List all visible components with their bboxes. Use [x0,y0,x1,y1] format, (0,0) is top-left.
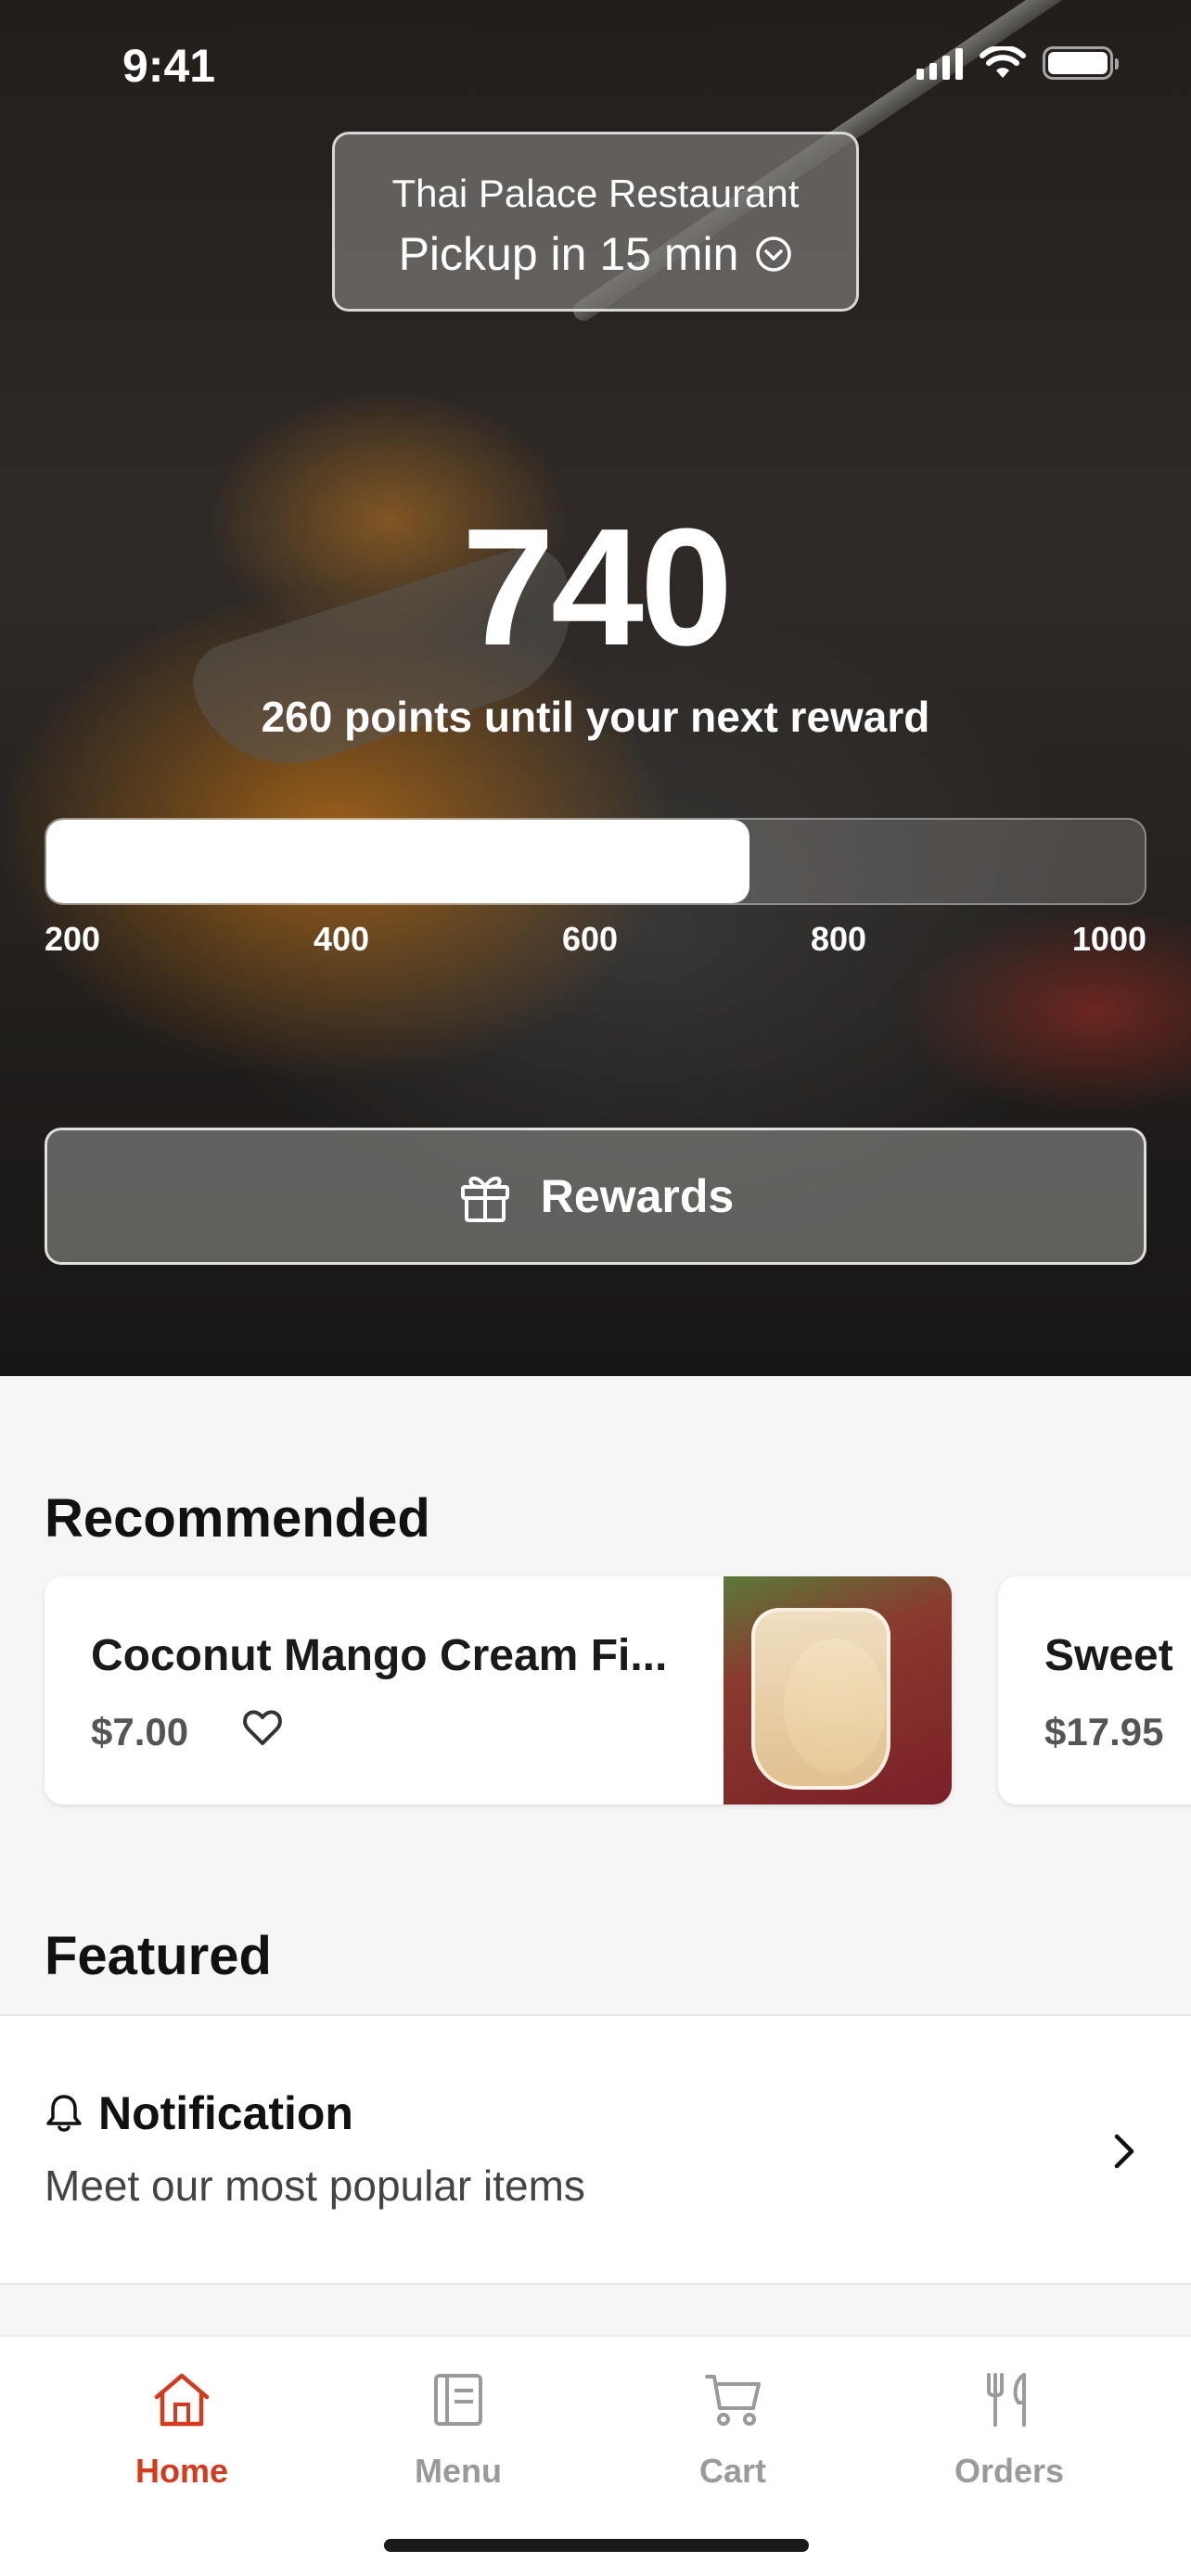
gift-icon [460,1176,509,1222]
tick-label: 800 [811,920,867,958]
heart-icon[interactable] [241,1706,284,1749]
rewards-progress-ticks: 200 400 600 800 1000 [45,920,1146,966]
tick-label: 400 [314,920,370,958]
store-name: Thai Palace Restaurant [391,172,800,215]
tab-home[interactable]: Home [70,2365,293,2491]
rewards-progress-fill [46,820,749,903]
recommended-item-card[interactable]: Sweet $17.95 [998,1576,1191,1804]
pickup-time: Pickup in 15 min [398,228,739,280]
cart-icon [705,2375,761,2426]
rewards-button-label: Rewards [540,1170,735,1222]
notification-title: Notification [98,2087,353,2139]
recommended-title: Recommended [45,1488,430,1549]
item-name: Sweet [1044,1631,1173,1680]
chevron-down-circle-icon [756,236,792,272]
tab-label: Cart [698,2452,767,2490]
item-price: $7.00 [91,1710,189,1753]
menu-icon [434,2374,482,2426]
points-until-next: 260 points until your next reward [261,693,930,741]
battery-icon [1043,46,1119,80]
points-balance: 740 [461,494,733,681]
rewards-progress-bar [45,818,1146,905]
item-image [724,1576,952,1804]
bell-icon [46,2095,82,2132]
status-bar: 9:41 [0,0,1191,130]
tab-menu[interactable]: Menu [347,2365,570,2491]
tab-label: Menu [415,2452,502,2490]
status-time: 9:41 [122,40,216,92]
tab-label: Home [134,2452,229,2490]
wifi-icon [980,46,1026,78]
recommended-item-card[interactable]: Coconut Mango Cream Fi... $7.00 [45,1576,952,1804]
notification-subtitle: Meet our most popular items [45,2162,585,2210]
tab-cart[interactable]: Cart [621,2365,844,2491]
cellular-signal-icon [916,46,963,80]
tab-orders[interactable]: Orders [898,2365,1121,2491]
home-icon [154,2373,210,2427]
home-indicator [384,2539,809,2552]
orders-icon [987,2373,1026,2427]
tab-label: Orders [954,2452,1065,2490]
featured-title: Featured [45,1926,272,1986]
featured-notification-row[interactable]: Notification Meet our most popular items [0,2014,1191,2285]
item-name: Coconut Mango Cream Fi... [91,1631,668,1680]
tick-label: 1000 [1071,920,1146,958]
store-pickup-selector[interactable]: Thai Palace Restaurant Pickup in 15 min [332,132,859,312]
rewards-button[interactable]: Rewards [45,1128,1146,1265]
chevron-right-icon [1114,2134,1134,2169]
item-price: $17.95 [1044,1710,1164,1753]
tick-label: 200 [45,920,101,958]
tick-label: 600 [562,920,619,958]
